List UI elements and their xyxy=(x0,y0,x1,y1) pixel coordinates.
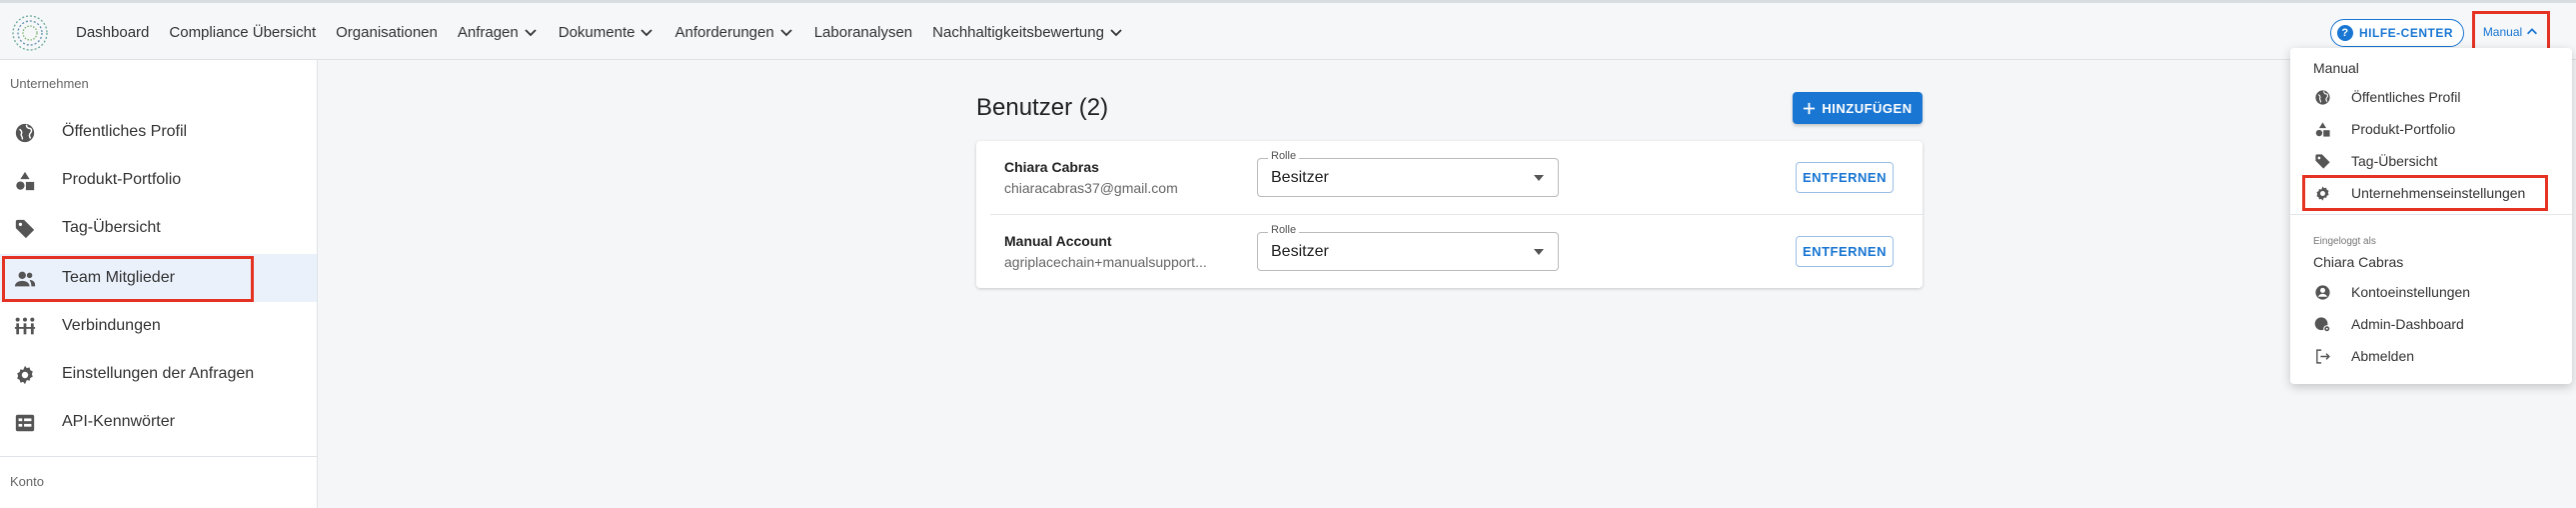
user-name: Manual Account xyxy=(1004,233,1112,249)
nav-label: Dokumente xyxy=(558,23,636,41)
user-email: agriplacechain+manualsupport... xyxy=(1004,254,1207,270)
menu-item-logout[interactable]: Abmelden xyxy=(2290,340,2572,372)
globe-icon xyxy=(2315,90,2330,105)
chevron-down-icon xyxy=(641,29,653,37)
gear-icon xyxy=(17,365,33,385)
nav-label: Organisationen xyxy=(336,23,438,41)
tag-icon xyxy=(15,219,35,239)
sidebar-item-label: Verbindungen xyxy=(62,317,161,334)
logout-icon xyxy=(2316,349,2330,364)
highlight-company-settings xyxy=(2302,175,2548,211)
plus-icon xyxy=(1804,102,1816,114)
menu-item-admin-dashboard[interactable]: Admin-Dashboard xyxy=(2290,308,2572,340)
role-value: Besitzer xyxy=(1271,243,1329,260)
nav-anforderungen[interactable]: Anforderungen xyxy=(674,24,793,41)
user-name: Chiara Cabras xyxy=(1004,159,1099,175)
connections-icon xyxy=(14,317,36,335)
sidebar-item-label: Öffentliches Profil xyxy=(62,123,188,140)
nav-label: Laboranalysen xyxy=(813,23,913,41)
main-nav: Dashboard Compliance Übersicht Organisat… xyxy=(76,3,1124,61)
nav-compliance[interactable]: Compliance Übersicht xyxy=(169,24,316,41)
sidebar-section-title: Konto xyxy=(10,474,44,489)
chevron-down-icon xyxy=(525,29,537,37)
role-select[interactable]: Rolle Besitzer xyxy=(1257,224,1559,271)
tag-icon xyxy=(2315,154,2330,169)
menu-item-label: Admin-Dashboard xyxy=(2351,316,2464,332)
highlight-team-members xyxy=(2,256,254,302)
menu-item-label: Kontoeinstellungen xyxy=(2351,284,2471,300)
chevron-up-icon xyxy=(2527,28,2538,35)
menu-item-public-profile[interactable]: Öffentliches Profil xyxy=(2290,81,2572,113)
menu-item-account-settings[interactable]: Kontoeinstellungen xyxy=(2290,276,2572,308)
account-menu-button[interactable]: Manual xyxy=(2472,11,2550,53)
add-user-button[interactable]: HINZUFÜGEN xyxy=(1793,92,1923,124)
sidebar-item-product-portfolio[interactable]: Produkt-Portfolio xyxy=(0,156,317,204)
add-user-label: HINZUFÜGEN xyxy=(1822,100,1913,116)
nav-label: Dashboard xyxy=(76,23,150,41)
sidebar-section-title: Unternehmen xyxy=(10,76,89,91)
sidebar-item-label: Produkt-Portfolio xyxy=(62,171,182,188)
user-row: Chiara Cabras chiaracabras37@gmail.com R… xyxy=(976,141,1924,215)
sidebar-item-label: API-Kennwörter xyxy=(62,413,175,430)
help-center-label: HILFE-CENTER xyxy=(2359,26,2453,40)
caret-down-icon xyxy=(1534,175,1544,181)
shapes-icon xyxy=(16,171,35,191)
users-card: Chiara Cabras chiaracabras37@gmail.com R… xyxy=(976,141,1924,288)
account-dropdown-menu: Manual Öffentliches Profil Produkt-Portf… xyxy=(2290,48,2572,384)
nav-organisationen[interactable]: Organisationen xyxy=(336,24,438,41)
menu-item-label: Abmelden xyxy=(2351,348,2415,364)
menu-divider xyxy=(2290,214,2572,215)
menu-item-label: Produkt-Portfolio xyxy=(2351,121,2456,137)
sidebar-divider xyxy=(0,456,317,457)
nav-nachhaltigkeitsbewertung[interactable]: Nachhaltigkeitsbewertung xyxy=(932,24,1124,41)
globe-icon xyxy=(15,123,35,143)
logo-icon[interactable] xyxy=(10,13,50,53)
chevron-down-icon xyxy=(1110,29,1122,37)
sidebar-item-public-profile[interactable]: Öffentliches Profil xyxy=(0,108,317,156)
account-menu-label: Manual xyxy=(2482,25,2523,39)
remove-user-button[interactable]: ENTFERNEN xyxy=(1796,162,1894,193)
role-field-label: Rolle xyxy=(1268,224,1300,236)
remove-user-button[interactable]: ENTFERNEN xyxy=(1796,236,1894,267)
nav-label: Nachhaltigkeitsbewertung xyxy=(932,23,1104,41)
help-center-button[interactable]: ? HILFE-CENTER xyxy=(2330,19,2464,47)
api-icon xyxy=(15,414,35,432)
menu-item-label: Öffentliches Profil xyxy=(2351,89,2461,105)
nav-laboranalysen[interactable]: Laboranalysen xyxy=(814,24,912,41)
sidebar-item-label: Tag-Übersicht xyxy=(62,219,161,236)
menu-item-tag-overview[interactable]: Tag-Übersicht xyxy=(2290,145,2572,177)
help-icon: ? xyxy=(2337,25,2353,41)
top-navigation-bar: Dashboard Compliance Übersicht Organisat… xyxy=(0,0,2576,60)
nav-anfragen[interactable]: Anfragen xyxy=(458,24,539,41)
page-title: Benutzer (2) xyxy=(976,94,1109,121)
user-row: Manual Account agriplacechain+manualsupp… xyxy=(976,215,1923,288)
sidebar-item-connections[interactable]: Verbindungen xyxy=(0,302,317,350)
chevron-down-icon xyxy=(780,29,792,37)
account-circle-icon xyxy=(2315,285,2330,300)
sidebar-item-api-passwords[interactable]: API-Kennwörter xyxy=(0,398,317,446)
role-value: Besitzer xyxy=(1271,169,1329,186)
nav-label: Anforderungen xyxy=(674,23,774,41)
nav-dokumente[interactable]: Dokumente xyxy=(559,24,655,41)
nav-label: Anfragen xyxy=(457,23,519,41)
logged-in-user-name: Chiara Cabras xyxy=(2313,254,2404,270)
caret-down-icon xyxy=(1534,249,1544,255)
admin-icon xyxy=(2314,317,2331,333)
sidebar-item-request-settings[interactable]: Einstellungen der Anfragen xyxy=(0,350,317,398)
sidebar-item-tag-overview[interactable]: Tag-Übersicht xyxy=(0,204,317,252)
nav-label: Compliance Übersicht xyxy=(169,23,317,41)
logged-in-as-label: Eingeloggt als xyxy=(2313,236,2376,247)
role-select[interactable]: Rolle Besitzer xyxy=(1257,150,1559,197)
menu-item-label: Tag-Übersicht xyxy=(2351,153,2438,169)
sidebar-item-label: Einstellungen der Anfragen xyxy=(62,365,255,382)
dropdown-title: Manual xyxy=(2313,60,2359,76)
role-field-label: Rolle xyxy=(1268,150,1300,162)
user-email: chiaracabras37@gmail.com xyxy=(1004,180,1178,196)
shapes-icon xyxy=(2315,122,2330,137)
menu-item-product-portfolio[interactable]: Produkt-Portfolio xyxy=(2290,113,2572,145)
nav-dashboard[interactable]: Dashboard xyxy=(76,24,149,41)
